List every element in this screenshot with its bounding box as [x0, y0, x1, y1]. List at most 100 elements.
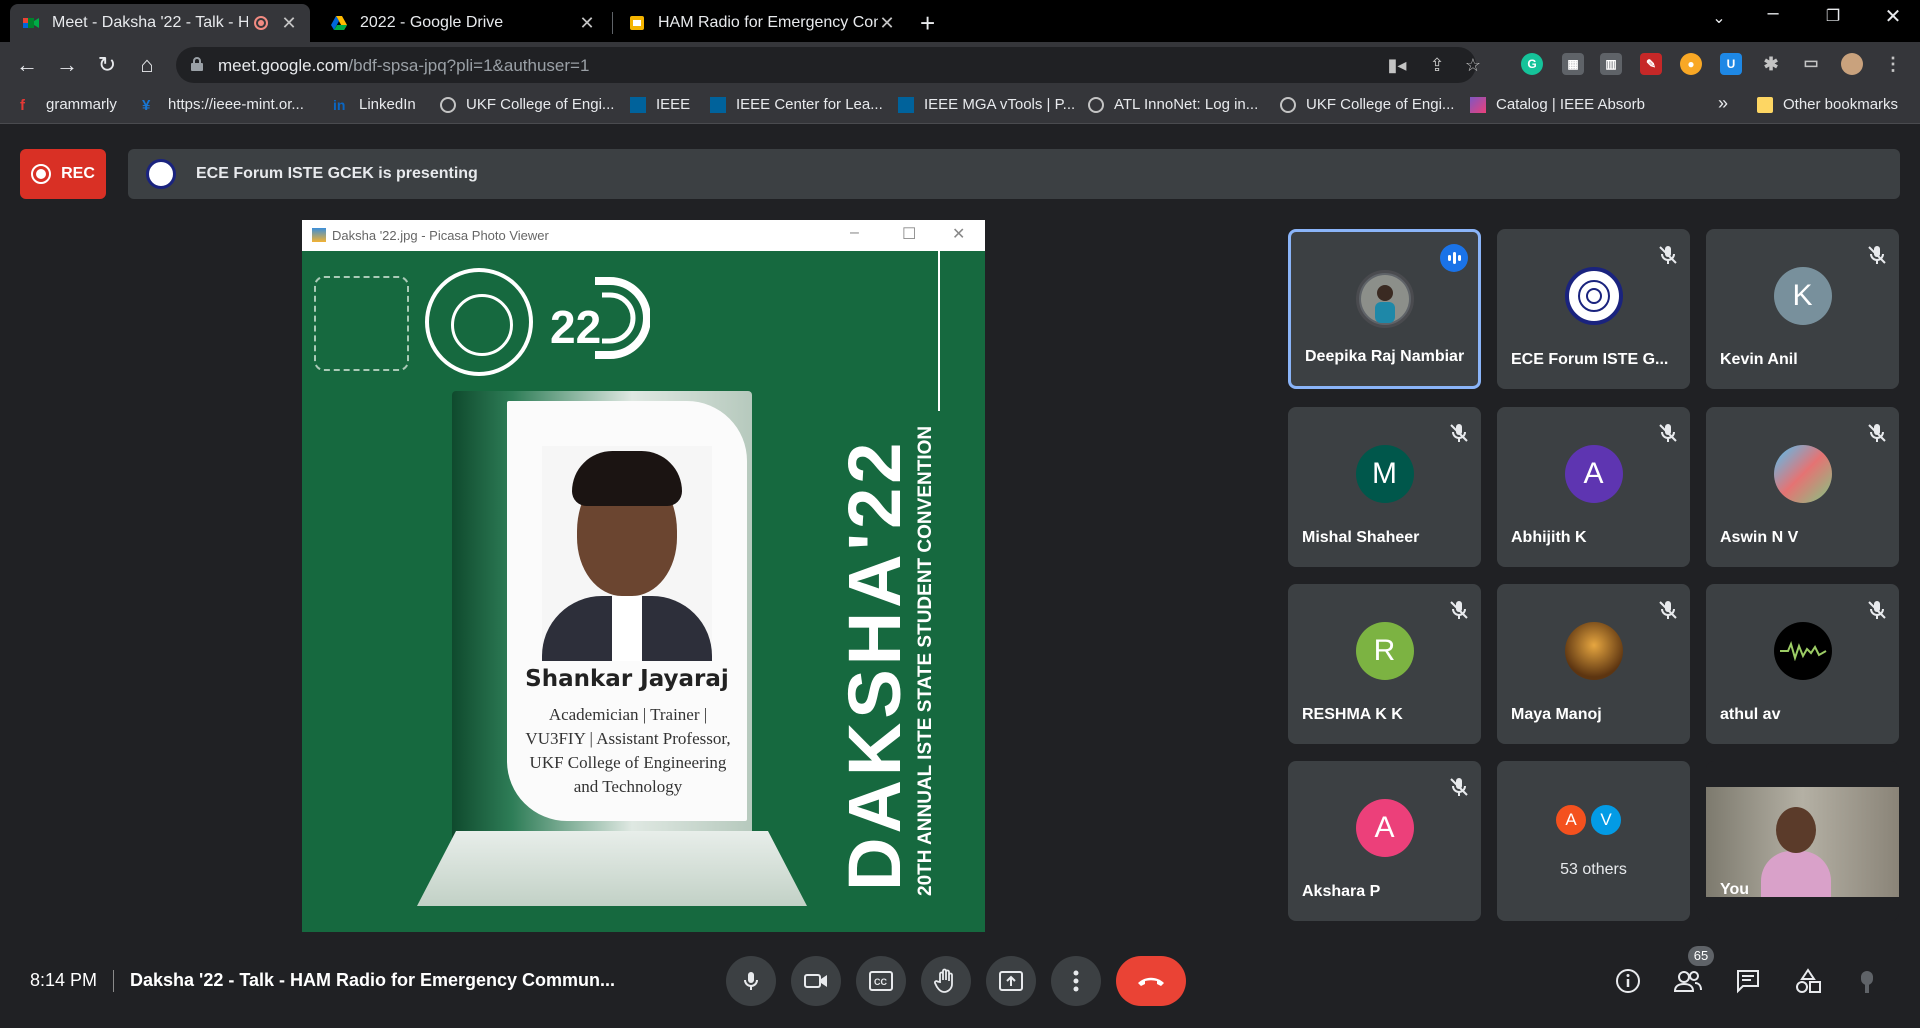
chat-button[interactable]: [1731, 964, 1765, 998]
grammarly-extension-icon[interactable]: G: [1521, 53, 1543, 75]
more-options-button[interactable]: [1051, 956, 1101, 1006]
participant-tile-aswin[interactable]: Aswin N V: [1706, 407, 1899, 567]
closed-captions-icon: CC: [869, 971, 893, 991]
bookmark-atl-innonet[interactable]: ATL InnoNet: Log in...: [1088, 96, 1258, 113]
reload-icon[interactable]: ↻: [92, 50, 122, 80]
microphone-button[interactable]: [726, 956, 776, 1006]
bookmark-grammarly[interactable]: f grammarly: [20, 96, 117, 114]
home-icon[interactable]: ⌂: [132, 50, 162, 80]
avatar: A: [1564, 445, 1623, 503]
participant-tile-athul[interactable]: athul av: [1706, 584, 1899, 744]
bookmark-ukf-1[interactable]: UKF College of Engi...: [440, 96, 614, 113]
bookmark-linkedin[interactable]: in LinkedIn: [333, 96, 416, 113]
recording-indicator-icon: [254, 16, 268, 30]
bookmark-label: grammarly: [46, 96, 117, 113]
record-icon: [31, 164, 52, 184]
cast-icon[interactable]: ▭: [1800, 53, 1822, 75]
profile-avatar[interactable]: [1841, 53, 1863, 75]
viewer-title: Daksha '22.jpg - Picasa Photo Viewer: [332, 228, 549, 243]
bookmark-ukf-2[interactable]: UKF College of Engi...: [1280, 96, 1454, 113]
tab-title: 2022 - Google Drive: [360, 14, 504, 31]
tab-meet[interactable]: Meet - Daksha '22 - Talk - HA ✕: [10, 4, 310, 42]
svg-text:CC: CC: [874, 977, 887, 987]
bookmark-label: UKF College of Engi...: [1306, 96, 1455, 113]
slide-image: 22 Shankar Jayaraj Academician | Trainer…: [302, 251, 985, 932]
bookmark-ieee-center[interactable]: IEEE Center for Lea...: [710, 96, 883, 113]
participant-tile-mishal[interactable]: M Mishal Shaheer: [1288, 407, 1481, 567]
more-vertical-icon: [1073, 970, 1079, 992]
new-tab-icon[interactable]: +: [920, 8, 935, 39]
participant-tile-akshara[interactable]: A Akshara P: [1288, 761, 1481, 921]
browser-toolbar: ← → ↻ ⌂ meet.google.com/bdf-spsa-jpq?pli…: [0, 42, 1920, 88]
self-view-tile[interactable]: You: [1706, 761, 1899, 921]
raise-hand-button[interactable]: [921, 956, 971, 1006]
iste-logo: [425, 268, 533, 376]
captions-button[interactable]: CC: [856, 956, 906, 1006]
lock-person-icon: [1861, 971, 1873, 993]
grid-extension-icon[interactable]: ▦: [1562, 53, 1584, 75]
participant-tile-reshma[interactable]: R RESHMA K K: [1288, 584, 1481, 744]
back-icon[interactable]: ←: [12, 50, 42, 80]
bookmark-star-icon[interactable]: ☆: [1462, 55, 1484, 77]
speaker-photo: [542, 446, 712, 661]
bookmarks-overflow-button[interactable]: »: [1718, 93, 1728, 114]
host-controls-button[interactable]: [1851, 964, 1885, 998]
present-now-button[interactable]: [986, 956, 1036, 1006]
camera-button[interactable]: [791, 956, 841, 1006]
people-button[interactable]: [1671, 964, 1705, 998]
bookmark-ieee-mint[interactable]: ¥ https://ieee-mint.or...: [142, 96, 304, 114]
address-bar[interactable]: meet.google.com/bdf-spsa-jpq?pli=1&authu…: [176, 47, 1481, 83]
participant-name: RESHMA K K: [1302, 706, 1403, 723]
participant-tile-abhijith[interactable]: A Abhijith K: [1497, 407, 1690, 567]
camera-blocked-icon[interactable]: ▮◂: [1386, 55, 1408, 77]
meeting-details-button[interactable]: [1611, 964, 1645, 998]
recording-badge[interactable]: REC: [20, 149, 106, 199]
others-tile[interactable]: A V 53 others: [1497, 761, 1690, 921]
presentation-window: Daksha '22.jpg - Picasa Photo Viewer – ☐…: [302, 220, 985, 932]
participant-tile-kevin[interactable]: K Kevin Anil: [1706, 229, 1899, 389]
participant-tile-deepika[interactable]: Deepika Raj Nambiar: [1288, 229, 1481, 389]
pen-extension-icon[interactable]: ✎: [1640, 53, 1662, 75]
other-bookmarks[interactable]: Other bookmarks: [1757, 96, 1898, 113]
lock-icon: [191, 57, 203, 71]
mic-off-icon: [1450, 601, 1468, 619]
restore-icon[interactable]: ❐: [1810, 6, 1856, 26]
u-extension-icon[interactable]: U: [1720, 53, 1742, 75]
close-tab-icon[interactable]: ✕: [280, 13, 298, 34]
bookmark-ieee[interactable]: IEEE: [630, 96, 690, 113]
presenting-banner: ECE Forum ISTE GCEK is presenting: [128, 149, 1900, 199]
ieee-mint-icon: ¥: [142, 96, 151, 114]
tab-search-icon[interactable]: ⌄: [1696, 8, 1742, 28]
url-text: meet.google.com/bdf-spsa-jpq?pli=1&authu…: [218, 56, 589, 76]
other-avatar: V: [1589, 803, 1623, 837]
browser-menu-icon[interactable]: ⋮: [1882, 53, 1904, 75]
participant-name: Akshara P: [1302, 883, 1381, 900]
url-host: meet.google.com: [218, 56, 349, 75]
bookmark-label: Catalog | IEEE Absorb: [1496, 96, 1645, 113]
tab-slides[interactable]: HAM Radio for Emergency Comm ✕: [616, 4, 908, 42]
leave-call-button[interactable]: [1116, 956, 1186, 1006]
bookmark-label: IEEE: [656, 96, 691, 113]
minimize-icon[interactable]: –: [1750, 2, 1796, 25]
close-tab-icon[interactable]: ✕: [578, 13, 596, 34]
viewer-minimize-icon: –: [850, 224, 859, 241]
close-window-icon[interactable]: ✕: [1870, 4, 1916, 29]
close-tab-icon[interactable]: ✕: [878, 13, 896, 34]
bulb-extension-icon[interactable]: ●: [1680, 53, 1702, 75]
bookmark-ieee-vtools[interactable]: IEEE MGA vTools | P...: [898, 96, 1075, 113]
other-avatar: A: [1554, 803, 1588, 837]
reader-extension-icon[interactable]: ▥: [1600, 53, 1622, 75]
people-icon: [1673, 971, 1702, 992]
ieee-icon: [630, 96, 646, 113]
participant-tile-maya[interactable]: Maya Manoj: [1497, 584, 1690, 744]
event-subtitle: 20TH ANNUAL ISTE STATE STUDENT CONVENTIO…: [915, 425, 936, 896]
extensions-puzzle-icon[interactable]: ✱: [1760, 53, 1782, 75]
bookmark-ieee-absorb[interactable]: Catalog | IEEE Absorb: [1470, 96, 1645, 113]
activities-button[interactable]: [1791, 964, 1825, 998]
forward-icon[interactable]: →: [52, 50, 82, 80]
tab-title: HAM Radio for Emergency Comm: [658, 14, 878, 31]
share-icon[interactable]: ⇪: [1426, 55, 1448, 77]
participant-tile-ece-forum[interactable]: ECE Forum ISTE G...: [1497, 229, 1690, 389]
participant-name: Maya Manoj: [1511, 706, 1602, 723]
tab-drive[interactable]: 2022 - Google Drive ✕: [318, 4, 608, 42]
